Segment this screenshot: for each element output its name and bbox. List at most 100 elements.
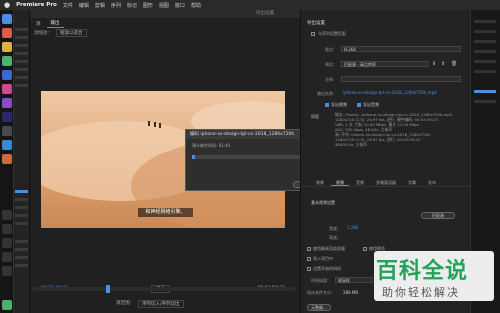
panel-row[interactable]: [15, 60, 28, 63]
panel-row[interactable]: [15, 44, 28, 47]
menu-sequence[interactable]: 序列: [111, 2, 121, 9]
menu-window[interactable]: 窗口: [175, 2, 185, 9]
panel-row[interactable]: [15, 240, 28, 243]
preset-label: 预设：: [325, 62, 337, 67]
app-icon[interactable]: [2, 42, 12, 52]
tab-video[interactable]: 视频: [331, 178, 349, 186]
output-name-link[interactable]: iphone-xs-design-tpl-cn-2018_1280x720h.m…: [341, 90, 461, 96]
panel-row[interactable]: [474, 50, 496, 53]
panel-row[interactable]: [15, 256, 28, 259]
match-seq-label: 与序列设置匹配: [318, 31, 346, 36]
format-select[interactable]: H.264: [341, 46, 461, 52]
app-icon[interactable]: [2, 210, 12, 220]
premiere-icon[interactable]: [2, 112, 12, 122]
panel-row[interactable]: [15, 214, 28, 217]
app-icon[interactable]: [2, 56, 12, 66]
export-audio-checkbox[interactable]: [357, 103, 361, 107]
playhead[interactable]: [106, 285, 110, 293]
source-range-select[interactable]: 序列切入/序列切出: [138, 300, 184, 308]
tab-multiplexer[interactable]: 多路复用器: [371, 178, 401, 186]
panel-row[interactable]: [474, 70, 496, 73]
apple-menu-icon[interactable]: ●: [4, 1, 10, 9]
preview-tabs: 源 输出: [30, 18, 300, 28]
start-timecode-checkbox[interactable]: [307, 267, 311, 271]
settings-tabs: 效果 视频 音频 多路复用器 字幕 发布: [301, 178, 471, 187]
panel-row[interactable]: [474, 20, 496, 23]
app-icon[interactable]: [2, 252, 12, 262]
app-icon[interactable]: [2, 266, 12, 276]
app-icon[interactable]: [2, 126, 12, 136]
panel-row[interactable]: [15, 76, 28, 79]
panel-row[interactable]: [474, 100, 496, 103]
app-icon[interactable]: [2, 238, 12, 248]
output-name-label: 输出名称：: [317, 91, 337, 96]
source-scaling-label: 源缩放：: [34, 31, 52, 36]
panel-row[interactable]: [15, 264, 28, 267]
width-value[interactable]: 1,280: [345, 225, 375, 231]
max-render-checkbox[interactable]: [307, 247, 311, 251]
progress-fill: [192, 155, 196, 159]
app-icon[interactable]: [2, 224, 12, 234]
summary-label: 摘要: [311, 114, 319, 119]
timeline-scrubber[interactable]: [33, 285, 295, 293]
comment-label: 注释：: [325, 77, 337, 82]
summary-text: 输出: /Users/.../iphone-xs-design-tpl-cn-2…: [335, 112, 453, 147]
panel-row[interactable]: [15, 84, 28, 87]
app-icon[interactable]: [2, 98, 12, 108]
panel-row-selected[interactable]: [474, 90, 496, 93]
panel-row-selected[interactable]: [15, 190, 28, 193]
preset-select[interactable]: 匹配源 - 高比特率: [341, 61, 429, 67]
panel-row[interactable]: [474, 40, 496, 43]
panel-row[interactable]: [15, 36, 28, 39]
panel-row[interactable]: [15, 198, 28, 201]
finder-icon[interactable]: [2, 14, 12, 24]
app-menu[interactable]: Premiere Pro: [16, 2, 57, 8]
use-preview-checkbox[interactable]: [363, 247, 367, 251]
panel-row[interactable]: [15, 52, 28, 55]
panel-row[interactable]: [15, 68, 28, 71]
menu-graphics[interactable]: 图形: [143, 2, 153, 9]
height-label: 高度：: [329, 235, 341, 240]
file-size-label: 估计文件大小：: [307, 290, 335, 295]
import-project-checkbox[interactable]: [307, 257, 311, 261]
menu-edit[interactable]: 编辑: [79, 2, 89, 9]
app-icon[interactable]: [2, 70, 12, 80]
match-seq-checkbox[interactable]: [311, 32, 315, 36]
panel-row[interactable]: [15, 206, 28, 209]
source-range-row: 源范围： 序列切入/序列切出: [116, 300, 184, 308]
start-timecode-label: 设置开始时间码: [313, 266, 341, 271]
menu-clip[interactable]: 剪辑: [95, 2, 105, 9]
walker-figure: [148, 121, 150, 126]
export-video-checkbox[interactable]: [325, 103, 329, 107]
time-interp-select[interactable]: 帧采样: [335, 277, 373, 283]
tab-captions[interactable]: 字幕: [403, 178, 421, 186]
metadata-button[interactable]: 元数据...: [307, 304, 331, 311]
delete-preset-icon[interactable]: 🗑: [451, 61, 457, 67]
panel-row[interactable]: [15, 222, 28, 225]
app-icon[interactable]: [2, 300, 12, 310]
menu-help[interactable]: 帮助: [191, 2, 201, 9]
app-icon[interactable]: [2, 84, 12, 94]
menu-file[interactable]: 文件: [63, 2, 73, 9]
panel-row[interactable]: [474, 30, 496, 33]
source-scaling-select[interactable]: 缩放以适合: [56, 29, 87, 37]
tab-effects[interactable]: 效果: [311, 178, 329, 186]
panel-row[interactable]: [15, 248, 28, 251]
panel-row[interactable]: [474, 60, 496, 63]
import-preset-icon[interactable]: ⬆: [441, 61, 445, 67]
menu-marker[interactable]: 标记: [127, 2, 137, 9]
tab-source[interactable]: 源: [32, 20, 45, 28]
watermark-subtitle: 助你轻松解决: [382, 286, 460, 299]
menu-view[interactable]: 视图: [159, 2, 169, 9]
comment-field[interactable]: [341, 76, 461, 82]
app-icon[interactable]: [2, 140, 12, 150]
tab-audio[interactable]: 音频: [351, 178, 369, 186]
video-subtitle: 和神经网络引擎。: [138, 208, 193, 217]
panel-row[interactable]: [15, 28, 28, 31]
tab-output[interactable]: 输出: [46, 19, 64, 28]
app-icon[interactable]: [2, 28, 12, 38]
app-icon[interactable]: [2, 154, 12, 164]
tab-publish[interactable]: 发布: [423, 178, 441, 186]
match-source-button[interactable]: 匹配源: [421, 212, 455, 219]
save-preset-icon[interactable]: ⬇: [432, 61, 436, 67]
